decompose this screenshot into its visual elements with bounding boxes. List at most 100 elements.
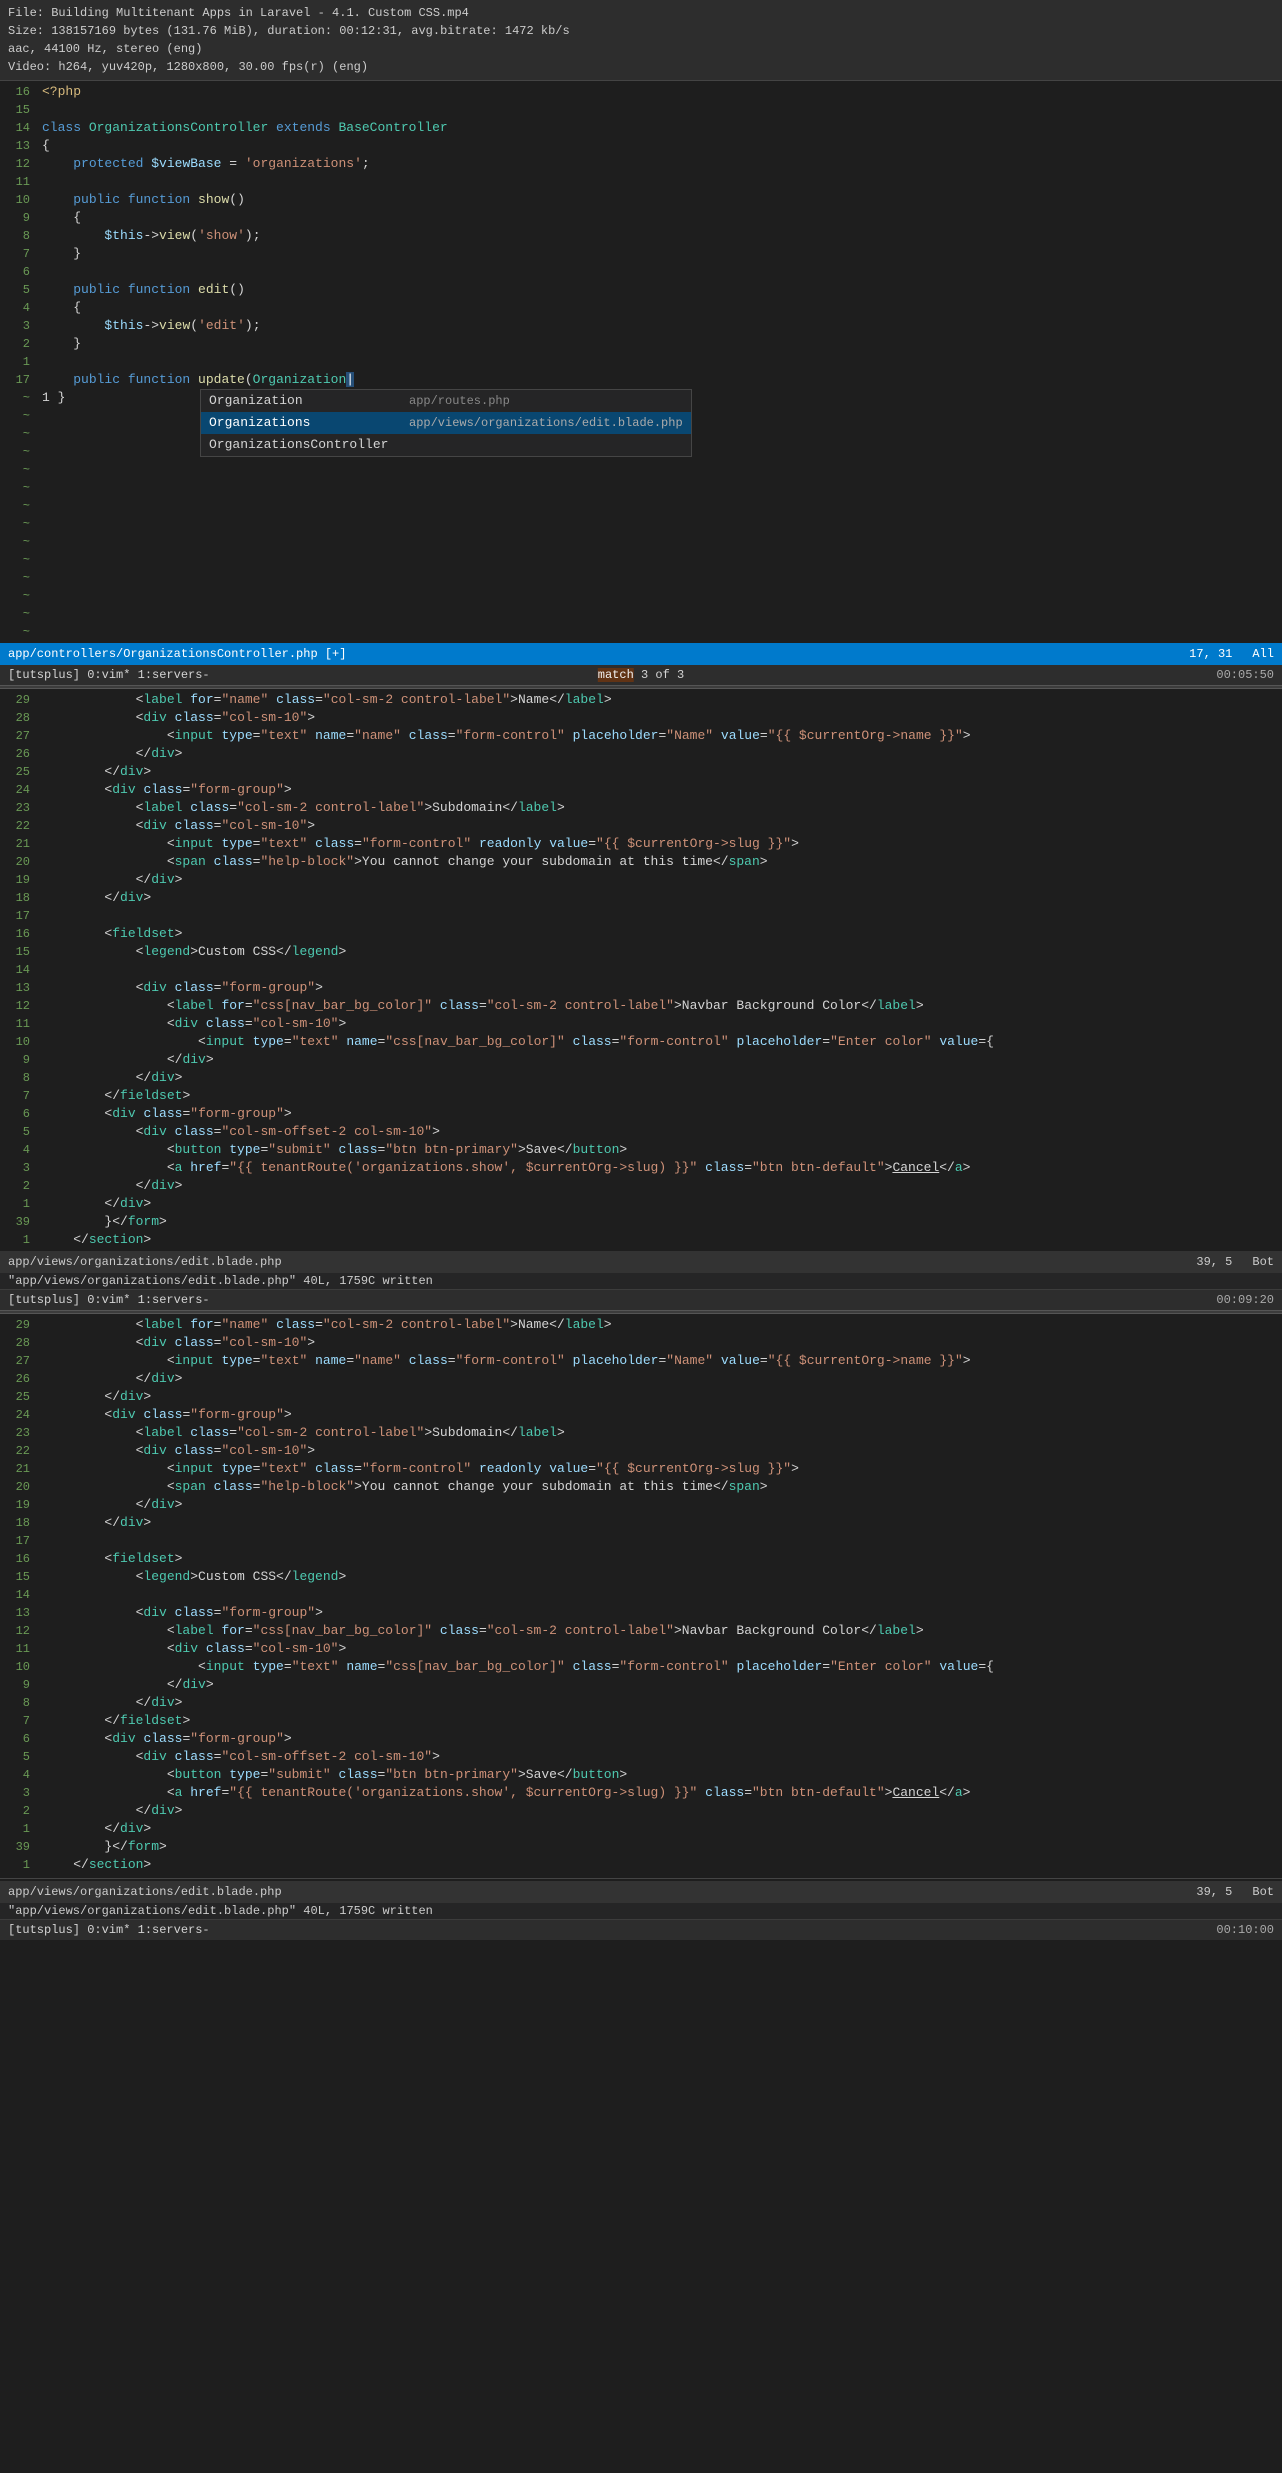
code-line: 14 xyxy=(0,1586,1282,1604)
code-line: 10 <input type="text" name="css[nav_bar_… xyxy=(0,1033,1282,1051)
code-line: ~ xyxy=(0,587,1282,605)
status-bar-2: app/views/organizations/edit.blade.php 3… xyxy=(0,1251,1282,1273)
code-line: 21 <input type="text" class="form-contro… xyxy=(0,835,1282,853)
editor-panel-3: 29 <label for="name" class="col-sm-2 con… xyxy=(0,1314,1282,1940)
code-line: 8 </div> xyxy=(0,1069,1282,1087)
code-line: 8 </div> xyxy=(0,1694,1282,1712)
code-line: 29 <label for="name" class="col-sm-2 con… xyxy=(0,1316,1282,1334)
code-line: 11 <div class="col-sm-10"> xyxy=(0,1640,1282,1658)
code-line: 7 </fieldset> xyxy=(0,1087,1282,1105)
status-filepath-3: app/views/organizations/edit.blade.php xyxy=(8,1885,282,1899)
separator xyxy=(0,1878,1282,1879)
code-line: ~ xyxy=(0,623,1282,641)
file-title: File: Building Multitenant Apps in Larav… xyxy=(8,4,1274,22)
code-line: 27 <input type="text" name="name" class=… xyxy=(0,727,1282,745)
code-line: 9 </div> xyxy=(0,1676,1282,1694)
code-line: 9 </div> xyxy=(0,1051,1282,1069)
status-scroll-2: Bot xyxy=(1252,1255,1274,1269)
code-line: ~ xyxy=(0,569,1282,587)
code-line: ~ xyxy=(0,551,1282,569)
code-line: 6 <div class="form-group"> xyxy=(0,1105,1282,1123)
code-area-1: 16 <?php 15 14 class OrganizationsContro… xyxy=(0,81,1282,643)
code-line: 24 <div class="form-group"> xyxy=(0,781,1282,799)
code-line: 8 $this->view('show'); xyxy=(0,227,1282,245)
code-line: 3 <a href="{{ tenantRoute('organizations… xyxy=(0,1784,1282,1802)
code-line: 16 <fieldset> xyxy=(0,925,1282,943)
code-line: 12 <label for="css[nav_bar_bg_color]" cl… xyxy=(0,1622,1282,1640)
code-line: 25 </div> xyxy=(0,1388,1282,1406)
code-line: 2 } xyxy=(0,335,1282,353)
autocomplete-item-organization[interactable]: Organization app/routes.php xyxy=(201,390,691,412)
code-line: 5 <div class="col-sm-offset-2 col-sm-10"… xyxy=(0,1123,1282,1141)
code-line: 6 xyxy=(0,263,1282,281)
code-line: 15 <legend>Custom CSS</legend> xyxy=(0,1568,1282,1586)
code-line: 39 }</form> xyxy=(0,1838,1282,1856)
vim-mode-2: [tutsplus] 0:vim* 1:servers- xyxy=(8,1293,210,1307)
code-line: 13 <div class="form-group"> xyxy=(0,1604,1282,1622)
code-line: 9 { xyxy=(0,209,1282,227)
code-line: ~ xyxy=(0,533,1282,551)
status-scroll-3: Bot xyxy=(1252,1885,1274,1899)
written-msg-2: "app/views/organizations/edit.blade.php"… xyxy=(0,1273,1282,1290)
code-line: 21 <input type="text" class="form-contro… xyxy=(0,1460,1282,1478)
code-line: 1 </div> xyxy=(0,1820,1282,1838)
code-line: 26 </div> xyxy=(0,1370,1282,1388)
status-scroll-1: All xyxy=(1252,647,1274,661)
code-line: 13 <div class="form-group"> xyxy=(0,979,1282,997)
code-line: 10 <input type="text" name="css[nav_bar_… xyxy=(0,1658,1282,1676)
code-line: 1 </div> xyxy=(0,1195,1282,1213)
code-line: 3 <a href="{{ tenantRoute('organizations… xyxy=(0,1159,1282,1177)
match-info-1: match 3 of 3 xyxy=(598,668,684,682)
status-filepath-1: app/controllers/OrganizationsController.… xyxy=(8,647,346,661)
code-line: 11 <div class="col-sm-10"> xyxy=(0,1015,1282,1033)
code-line: 14 xyxy=(0,961,1282,979)
autocomplete-popup[interactable]: Organization app/routes.php Organization… xyxy=(200,389,692,457)
file-info-bar: File: Building Multitenant Apps in Larav… xyxy=(0,0,1282,81)
code-line: 20 <span class="help-block">You cannot c… xyxy=(0,853,1282,871)
timestamp-3: 00:10:00 xyxy=(1216,1923,1274,1937)
code-line: 2 </div> xyxy=(0,1802,1282,1820)
code-line: 24 <div class="form-group"> xyxy=(0,1406,1282,1424)
code-line: 17 xyxy=(0,907,1282,925)
code-line: 3 $this->view('edit'); xyxy=(0,317,1282,335)
code-line: 18 </div> xyxy=(0,1514,1282,1532)
status-position-3: 39, 5 xyxy=(1196,1885,1232,1899)
timestamp-1: 00:05:50 xyxy=(1216,668,1274,682)
vim-mode-3: [tutsplus] 0:vim* 1:servers- xyxy=(8,1923,210,1937)
status-bar-1: app/controllers/OrganizationsController.… xyxy=(0,643,1282,665)
code-line: 7 </fieldset> xyxy=(0,1712,1282,1730)
code-line: ~ xyxy=(0,479,1282,497)
code-line: 4 <button type="submit" class="btn btn-p… xyxy=(0,1141,1282,1159)
code-line: 12 protected $viewBase = 'organizations'… xyxy=(0,155,1282,173)
code-area-2: 29 <label for="name" class="col-sm-2 con… xyxy=(0,689,1282,1251)
code-line: 5 public function edit() xyxy=(0,281,1282,299)
vim-status-1: [tutsplus] 0:vim* 1:servers- match 3 of … xyxy=(0,665,1282,685)
code-line: 2 </div> xyxy=(0,1177,1282,1195)
vim-status-3: [tutsplus] 0:vim* 1:servers- 00:10:00 xyxy=(0,1920,1282,1940)
editor-panel-2: 29 <label for="name" class="col-sm-2 con… xyxy=(0,689,1282,1310)
autocomplete-item-organizationscontroller[interactable]: OrganizationsController xyxy=(201,434,691,456)
vim-status-2: [tutsplus] 0:vim* 1:servers- 00:09:20 xyxy=(0,1290,1282,1310)
code-line: 12 <label for="css[nav_bar_bg_color]" cl… xyxy=(0,997,1282,1015)
code-line: 15 <legend>Custom CSS</legend> xyxy=(0,943,1282,961)
timestamp-2: 00:09:20 xyxy=(1216,1293,1274,1307)
file-video: Video: h264, yuv420p, 1280x800, 30.00 fp… xyxy=(8,58,1274,76)
code-line: ~ xyxy=(0,515,1282,533)
code-line: 25 </div> xyxy=(0,763,1282,781)
code-line: 23 <label class="col-sm-2 control-label"… xyxy=(0,1424,1282,1442)
written-msg-3: "app/views/organizations/edit.blade.php"… xyxy=(0,1903,1282,1920)
file-audio: aac, 44100 Hz, stereo (eng) xyxy=(8,40,1274,58)
code-line: 19 </div> xyxy=(0,1496,1282,1514)
code-line: 4 <button type="submit" class="btn btn-p… xyxy=(0,1766,1282,1784)
code-line: 20 <span class="help-block">You cannot c… xyxy=(0,1478,1282,1496)
code-line: 16 <fieldset> xyxy=(0,1550,1282,1568)
code-line: ~ xyxy=(0,497,1282,515)
code-line: 29 <label for="name" class="col-sm-2 con… xyxy=(0,691,1282,709)
code-line: 22 <div class="col-sm-10"> xyxy=(0,817,1282,835)
code-line: 11 xyxy=(0,173,1282,191)
code-line: 18 </div> xyxy=(0,889,1282,907)
autocomplete-item-organizations[interactable]: Organizations app/views/organizations/ed… xyxy=(201,412,691,434)
code-line: 4 { xyxy=(0,299,1282,317)
code-line: 7 } xyxy=(0,245,1282,263)
status-filepath-2: app/views/organizations/edit.blade.php xyxy=(8,1255,282,1269)
